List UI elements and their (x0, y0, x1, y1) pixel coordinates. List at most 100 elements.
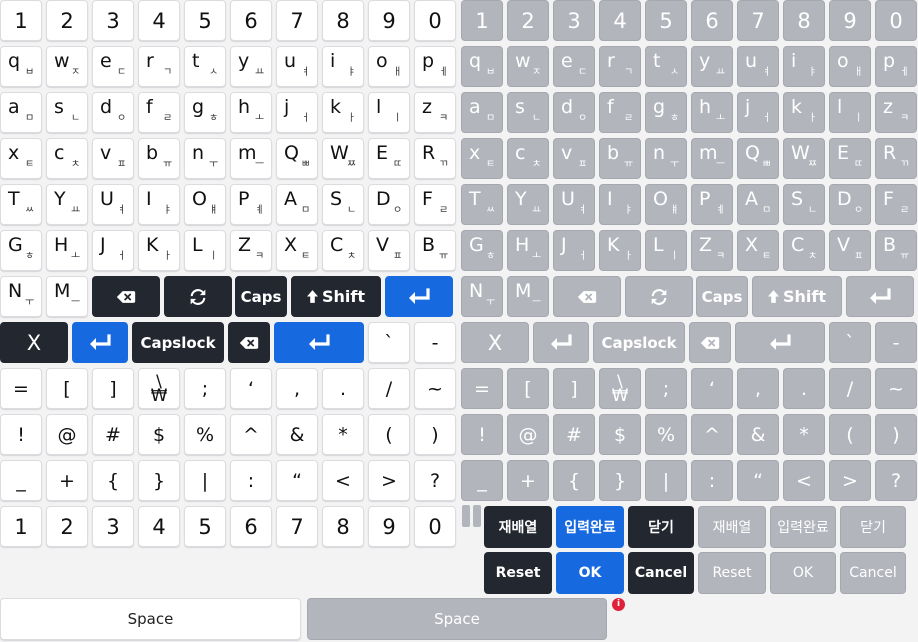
right_keyboard-key-f[interactable]: fㄹ (599, 92, 641, 133)
right_keyboard-enter-key-2[interactable] (533, 322, 589, 363)
left_keyboard-key-f[interactable]: fㄹ (138, 92, 180, 133)
right_keyboard-key-row_sym4-3[interactable]: } (599, 460, 641, 501)
left_keyboard-key-n[interactable]: nㅜ (184, 138, 226, 179)
right_keyboard-key-X[interactable]: Xㅌ (737, 230, 779, 271)
reset-button[interactable]: Reset (484, 552, 552, 594)
right_keyboard-key-8[interactable]: 8 (783, 0, 825, 41)
right_keyboard-key-o[interactable]: oㅐ (829, 46, 871, 87)
left_keyboard-bottom-key-2[interactable]: 2 (46, 506, 88, 547)
right_keyboard-key-k[interactable]: kㅏ (783, 92, 825, 133)
left_keyboard-key-O[interactable]: Oㅒ (184, 184, 226, 225)
left_keyboard-bottom-key-8[interactable]: 8 (322, 506, 364, 547)
left_keyboard-x-key[interactable]: X (0, 322, 68, 363)
left_keyboard-key-row_sym4-8[interactable]: > (368, 460, 410, 501)
right_keyboard-key-row_sym2-4[interactable]: ; (645, 368, 687, 409)
right_keyboard-key-row_sym4-6[interactable]: “ (737, 460, 779, 501)
left_keyboard-enter-key[interactable] (385, 276, 453, 317)
right_keyboard-key-Z[interactable]: Zㅋ (691, 230, 733, 271)
right_keyboard-key-0[interactable]: 0 (875, 0, 917, 41)
right_keyboard-key-row_sym4-4[interactable]: | (645, 460, 687, 501)
right_keyboard-key-row_sym4-7[interactable]: < (783, 460, 825, 501)
left_keyboard-key-Q[interactable]: Qㅃ (276, 138, 318, 179)
right_keyboard-backspace-key[interactable] (553, 276, 621, 317)
left_keyboard-key-G[interactable]: Gㅎ (0, 230, 42, 271)
left_keyboard-key-5[interactable]: 5 (184, 0, 226, 41)
right_keyboard-key-C[interactable]: Cㅊ (783, 230, 825, 271)
left_keyboard-key-row_sym2-2[interactable]: ] (92, 368, 134, 409)
right_keyboard-key-row_sym3-7[interactable]: * (783, 414, 825, 455)
right_keyboard-key-a[interactable]: aㅁ (461, 92, 503, 133)
left_keyboard-key-row_sym2-1[interactable]: [ (46, 368, 88, 409)
left_keyboard-key-V[interactable]: Vㅍ (368, 230, 410, 271)
left_keyboard-key-q[interactable]: qㅂ (0, 46, 42, 87)
right_keyboard-key-4[interactable]: 4 (599, 0, 641, 41)
right_keyboard-key-t[interactable]: tㅅ (645, 46, 687, 87)
right_keyboard-key-w[interactable]: wㅈ (507, 46, 549, 87)
right_keyboard-key-B[interactable]: Bㅠ (875, 230, 917, 271)
left_keyboard-key-Z[interactable]: Zㅋ (230, 230, 272, 271)
left_keyboard-key-a[interactable]: aㅁ (0, 92, 42, 133)
left_keyboard-key-T[interactable]: Tㅆ (0, 184, 42, 225)
right_keyboard-key-row_sym3-6[interactable]: & (737, 414, 779, 455)
left_keyboard-key-row_sym4-1[interactable]: + (46, 460, 88, 501)
left_keyboard-key-D[interactable]: Dㅇ (368, 184, 410, 225)
right_keyboard-key-l[interactable]: lㅣ (829, 92, 871, 133)
left_keyboard-key-row_sym3-3[interactable]: $ (138, 414, 180, 455)
left_keyboard-backspace-key-2[interactable] (228, 322, 270, 363)
right_keyboard-enter-key[interactable] (846, 276, 914, 317)
left_keyboard-key-0[interactable]: 0 (414, 0, 456, 41)
left_keyboard-key-row_sym4-2[interactable]: { (92, 460, 134, 501)
input-complete-button[interactable]: 입력완료 (556, 506, 624, 548)
right_keyboard-key-row_sym3-9[interactable]: ) (875, 414, 917, 455)
left_keyboard-key-P[interactable]: Pㅖ (230, 184, 272, 225)
left_keyboard-bottom-key-1[interactable]: 1 (0, 506, 42, 547)
right_keyboard-key-r[interactable]: rㄱ (599, 46, 641, 87)
left_keyboard-key-N[interactable]: Nㅜ (0, 276, 42, 317)
left_keyboard-key-U[interactable]: Uㅕ (92, 184, 134, 225)
right_keyboard-key-5[interactable]: 5 (645, 0, 687, 41)
right_keyboard-key-row_sym4-0[interactable]: _ (461, 460, 503, 501)
left_keyboard-key-2[interactable]: 2 (46, 0, 88, 41)
right_keyboard-key-s[interactable]: sㄴ (507, 92, 549, 133)
left_keyboard-key-e[interactable]: eㄷ (92, 46, 134, 87)
close-button[interactable]: 닫기 (628, 506, 694, 548)
left_keyboard-backspace-key[interactable] (92, 276, 160, 317)
right_keyboard-key-row_sym4-5[interactable]: : (691, 460, 733, 501)
ok-button[interactable]: OK (556, 552, 624, 594)
left_keyboard-key-row_sym3-8[interactable]: ( (368, 414, 410, 455)
left_keyboard-key-k[interactable]: kㅏ (322, 92, 364, 133)
left_keyboard-key-S[interactable]: Sㄴ (322, 184, 364, 225)
cancel-button[interactable]: Cancel (628, 552, 694, 594)
left_keyboard-key-p[interactable]: pㅔ (414, 46, 456, 87)
right_keyboard-key-row_sym2-8[interactable]: / (829, 368, 871, 409)
right_keyboard-key-h[interactable]: hㅗ (691, 92, 733, 133)
panel-divider-handle[interactable] (462, 505, 482, 527)
left_keyboard-key-M[interactable]: Mㅡ (46, 276, 88, 317)
left_keyboard-enter-key-2[interactable] (72, 322, 128, 363)
right_keyboard-key-row_sym2-0[interactable]: = (461, 368, 503, 409)
right_keyboard-key-A[interactable]: Aㅁ (737, 184, 779, 225)
left_keyboard-key-row_sym4-9[interactable]: ? (414, 460, 456, 501)
left_keyboard-key-K[interactable]: Kㅏ (138, 230, 180, 271)
rearrange-button[interactable]: 재배열 (484, 506, 552, 548)
right_keyboard-key-u[interactable]: uㅕ (737, 46, 779, 87)
left_keyboard-key-F[interactable]: Fㄹ (414, 184, 456, 225)
right_keyboard-rearrange-key[interactable] (625, 276, 693, 317)
right_keyboard-key-R[interactable]: Rㄲ (875, 138, 917, 179)
left_keyboard-key-row_sym4-3[interactable]: } (138, 460, 180, 501)
right_keyboard-key-n[interactable]: nㅜ (645, 138, 687, 179)
right_keyboard-key-V[interactable]: Vㅍ (829, 230, 871, 271)
left_keyboard-key-H[interactable]: Hㅗ (46, 230, 88, 271)
right_keyboard-shift-key[interactable]: Shift (752, 276, 842, 317)
left_keyboard-key-v[interactable]: vㅍ (92, 138, 134, 179)
left_keyboard-capslock-key[interactable]: Capslock (132, 322, 224, 363)
right_keyboard-key-G[interactable]: Gㅎ (461, 230, 503, 271)
left_keyboard-key-x[interactable]: xㅌ (0, 138, 42, 179)
right_keyboard-caps-key[interactable]: Caps (696, 276, 748, 317)
left_keyboard-key-B[interactable]: Bㅠ (414, 230, 456, 271)
left_keyboard-bottom-key-4[interactable]: 4 (138, 506, 180, 547)
left_keyboard-key-row_sym2-5[interactable]: ‘ (230, 368, 272, 409)
right_keyboard-capslock-key[interactable]: Capslock (593, 322, 685, 363)
right_keyboard-key-row_sym2-7[interactable]: . (783, 368, 825, 409)
right_keyboard-key-x[interactable]: xㅌ (461, 138, 503, 179)
